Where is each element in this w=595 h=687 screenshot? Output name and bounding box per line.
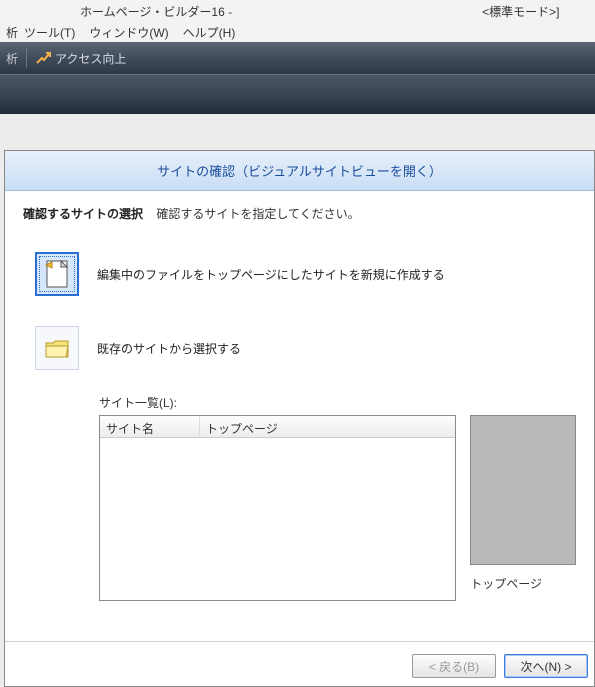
option-new-site[interactable]: 編集中のファイルをトップページにしたサイトを新規に作成する <box>35 252 576 296</box>
access-up-icon <box>35 50 51 66</box>
menu-tools[interactable]: ツール(T) <box>24 24 75 41</box>
menu-fragment: 析 <box>6 24 18 41</box>
ribbon-strip <box>0 74 595 114</box>
section-title: 確認するサイトの選択 <box>23 205 143 222</box>
sitelist-table[interactable]: サイト名 トップページ <box>99 415 456 601</box>
option-new-site-label: 編集中のファイルをトップページにしたサイトを新規に作成する <box>97 266 445 283</box>
menubar: 析 ツール(T) ウィンドウ(W) ヘルプ(H) <box>0 22 595 42</box>
option-existing-site-label: 既存のサイトから選択する <box>97 340 241 357</box>
back-button: < 戻る(B) <box>412 654 496 678</box>
menu-window[interactable]: ウィンドウ(W) <box>89 24 168 41</box>
preview-label: トップページ <box>470 575 576 592</box>
dialog-site-confirm: サイトの確認（ビジュアルサイトビューを開く） 確認するサイトの選択 確認するサイ… <box>4 150 595 687</box>
option-existing-site[interactable]: 既存のサイトから選択する <box>35 326 576 370</box>
workspace-bg <box>0 114 595 149</box>
next-button[interactable]: 次へ(N) > <box>504 654 588 678</box>
dialog-separator <box>5 641 594 642</box>
app-title: ホームページ・ビルダー16 - <box>80 3 232 20</box>
preview-thumbnail <box>470 415 576 565</box>
column-top-page[interactable]: トップページ <box>200 416 455 437</box>
toolbar-fragment: 析 <box>6 50 18 67</box>
dialog-title: サイトの確認（ビジュアルサイトビューを開く） <box>5 151 594 191</box>
toolbar-access-up[interactable]: アクセス向上 <box>55 50 126 67</box>
sitelist-header: サイト名 トップページ <box>100 416 455 438</box>
existing-site-icon[interactable] <box>35 326 79 370</box>
menu-help[interactable]: ヘルプ(H) <box>183 24 236 41</box>
new-site-icon[interactable] <box>35 252 79 296</box>
section-subtitle: 確認するサイトを指定してください。 <box>156 207 359 221</box>
sitelist-label: サイト一覧(L): <box>99 394 576 411</box>
mode-label: <標準モード>] <box>482 3 559 20</box>
toolbar: 析 アクセス向上 <box>0 42 595 74</box>
titlebar: ホームページ・ビルダー16 - <標準モード>] <box>0 0 595 22</box>
dialog-footer: < 戻る(B) 次へ(N) > <box>412 654 588 678</box>
column-site-name[interactable]: サイト名 <box>100 416 200 437</box>
